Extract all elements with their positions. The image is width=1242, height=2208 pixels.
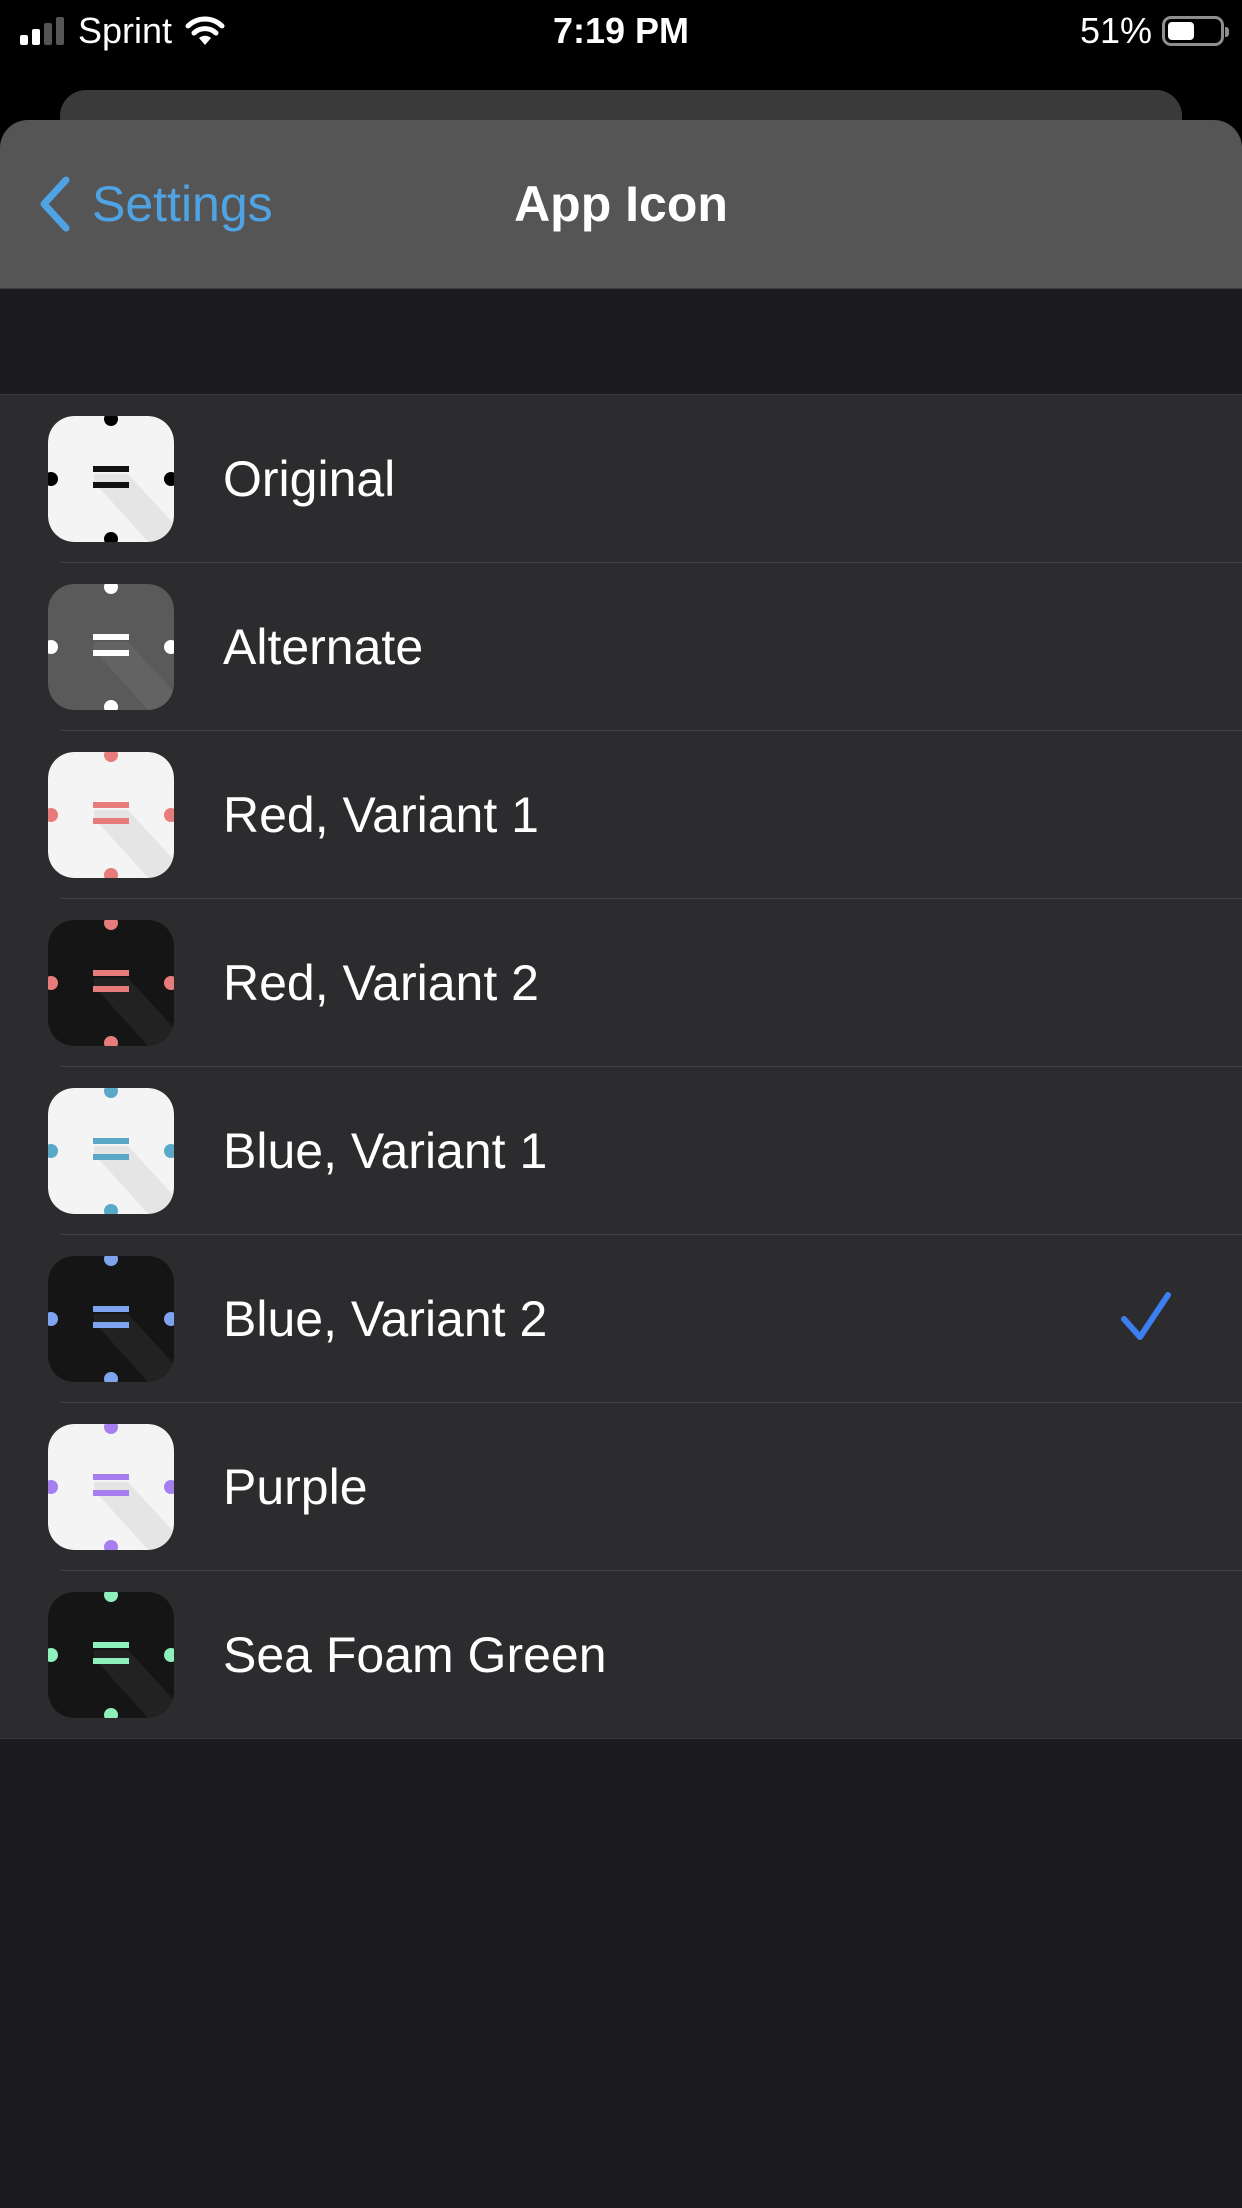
icon-equals-bar xyxy=(93,1306,129,1312)
row-separator xyxy=(0,1738,1242,1739)
icon-option-label: Original xyxy=(223,451,396,507)
status-right: 51% xyxy=(1079,8,1229,54)
app-icon-graphic xyxy=(48,1424,174,1550)
app-icon-graphic xyxy=(48,416,174,542)
icon-option-label: Blue, Variant 2 xyxy=(223,1291,548,1347)
icon-option-label: Alternate xyxy=(223,619,424,675)
app-icon-list: Original Alternate Red, Variant 1 Red, Vari… xyxy=(0,395,1242,1739)
icon-option-row[interactable]: Alternate xyxy=(0,563,1242,731)
app-icon-preview xyxy=(48,416,174,542)
app-icon-preview xyxy=(48,1088,174,1214)
settings-sheet: Settings App Icon Original Alternate Red, … xyxy=(0,120,1242,2208)
icon-equals-bar xyxy=(93,634,129,640)
checkmark-icon xyxy=(1121,1292,1171,1340)
app-icon-preview xyxy=(48,1592,174,1718)
icon-equals-bar xyxy=(93,650,129,656)
icon-option-label: Red, Variant 1 xyxy=(223,787,539,843)
icon-option-row[interactable]: Blue, Variant 1 xyxy=(0,1067,1242,1235)
app-icon-preview xyxy=(48,584,174,710)
icon-equals-bar xyxy=(93,1474,129,1480)
icon-equals-bar xyxy=(93,986,129,992)
app-screen: Sprint 7:19 PM 51% Settings App Icon Ori… xyxy=(0,0,1242,2208)
icon-option-row[interactable]: Sea Foam Green xyxy=(0,1571,1242,1739)
icon-equals-bar xyxy=(93,970,129,976)
icon-equals-bar xyxy=(93,818,129,824)
app-icon-graphic xyxy=(48,584,174,710)
icon-option-row[interactable]: Blue, Variant 2 xyxy=(0,1235,1242,1403)
icon-equals-bar xyxy=(93,1322,129,1328)
app-icon-preview xyxy=(48,920,174,1046)
icon-equals-bar xyxy=(93,1154,129,1160)
app-icon-preview xyxy=(48,1256,174,1382)
section-spacer xyxy=(0,289,1242,395)
icon-equals-bar xyxy=(93,482,129,488)
icon-equals-bar xyxy=(93,1490,129,1496)
app-icon-graphic xyxy=(48,1592,174,1718)
icon-equals-bar xyxy=(93,1138,129,1144)
icon-option-label: Blue, Variant 1 xyxy=(223,1123,548,1179)
app-icon-graphic xyxy=(48,1256,174,1382)
icon-equals-bar xyxy=(93,802,129,808)
app-icon-preview xyxy=(48,752,174,878)
icon-option-row[interactable]: Purple xyxy=(0,1403,1242,1571)
icon-option-row[interactable]: Original xyxy=(0,395,1242,563)
icon-option-label: Purple xyxy=(223,1459,368,1515)
icon-option-row[interactable]: Red, Variant 2 xyxy=(0,899,1242,1067)
icon-option-label: Sea Foam Green xyxy=(223,1627,607,1683)
app-icon-graphic xyxy=(48,752,174,878)
app-icon-preview xyxy=(48,1424,174,1550)
navigation-bar: Settings App Icon xyxy=(0,120,1242,289)
page-title: App Icon xyxy=(514,176,728,232)
battery-icon xyxy=(1162,16,1229,46)
icon-equals-bar xyxy=(93,1658,129,1664)
icon-equals-bar xyxy=(93,1642,129,1648)
icon-equals-bar xyxy=(93,466,129,472)
battery-fill xyxy=(1168,22,1194,40)
icon-option-label: Red, Variant 2 xyxy=(223,955,539,1011)
icon-option-row[interactable]: Red, Variant 1 xyxy=(0,731,1242,899)
status-bar: Sprint 7:19 PM 51% xyxy=(0,0,1242,62)
app-icon-graphic xyxy=(48,1088,174,1214)
battery-percent: 51% xyxy=(1079,10,1152,51)
status-time: 7:19 PM xyxy=(552,10,690,51)
app-icon-graphic xyxy=(48,920,174,1046)
battery-cap xyxy=(1225,27,1229,37)
